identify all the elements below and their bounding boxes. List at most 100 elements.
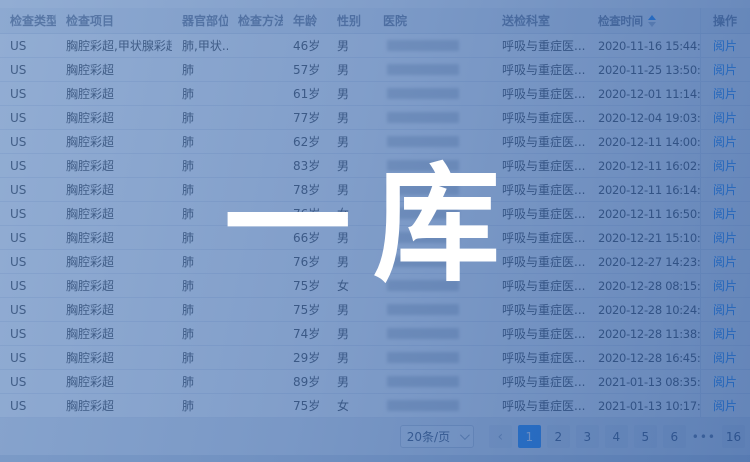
read-film-link[interactable]: 阅片 (713, 205, 737, 222)
page-button[interactable]: 2 (547, 425, 570, 448)
cell-sex: 男 (327, 322, 373, 345)
read-film-link[interactable]: 阅片 (713, 373, 737, 390)
col-exam-time-sortable[interactable]: 检查时间 (588, 8, 700, 33)
cell-actions: 阅片 (700, 370, 750, 393)
cell-sex: 男 (327, 370, 373, 393)
cell-exam-item: 胸腔彩超 (56, 370, 172, 393)
cell-organ-part: 肺 (172, 154, 228, 177)
cell-age: 29岁 (283, 346, 327, 369)
cell-sex: 女 (327, 394, 373, 417)
read-film-link[interactable]: 阅片 (713, 325, 737, 342)
cell-age: 75岁 (283, 274, 327, 297)
sort-desc-icon[interactable] (648, 22, 656, 27)
cell-exam-time: 2021-01-13 10:17:16 (588, 394, 700, 417)
chevron-down-icon (460, 430, 470, 440)
col-exam-item: 检查项目 (56, 8, 172, 33)
read-film-link[interactable]: 阅片 (713, 277, 737, 294)
exam-results-table: 检查类型 检查项目 器官部位 检查方法 年龄 性别 医院 送检科室 检查时间 操… (0, 8, 750, 418)
sort-carets[interactable] (648, 15, 656, 27)
cell-exam-type: US (0, 394, 56, 417)
cell-exam-method (228, 130, 283, 153)
page-button[interactable]: 6 (663, 425, 686, 448)
cell-hospital (373, 154, 492, 177)
cell-exam-type: US (0, 34, 56, 57)
table-row: US 胸腔彩超 肺 74岁 男 呼吸与重症医... 2020-12-28 11:… (0, 322, 750, 346)
cell-exam-method (228, 394, 283, 417)
cell-department: 呼吸与重症医... (492, 250, 588, 273)
prev-page-button[interactable]: ‹ (489, 425, 512, 448)
cell-sex: 男 (327, 34, 373, 57)
cell-department: 呼吸与重症医... (492, 106, 588, 129)
page-button[interactable]: 5 (634, 425, 657, 448)
col-age: 年龄 (283, 8, 327, 33)
cell-exam-type: US (0, 346, 56, 369)
cell-actions: 阅片 (700, 130, 750, 153)
page-size-select[interactable]: 20条/页 (400, 425, 474, 448)
cell-exam-time: 2020-12-27 14:23:04 (588, 250, 700, 273)
cell-sex: 男 (327, 226, 373, 249)
read-film-link[interactable]: 阅片 (713, 85, 737, 102)
cell-exam-method (228, 82, 283, 105)
cell-actions: 阅片 (700, 154, 750, 177)
page-button[interactable]: 4 (605, 425, 628, 448)
read-film-link[interactable]: 阅片 (713, 157, 737, 174)
cell-exam-method (228, 202, 283, 225)
worklist-window: 检查类型 检查项目 器官部位 检查方法 年龄 性别 医院 送检科室 检查时间 操… (0, 0, 750, 462)
cell-exam-item: 胸腔彩超 (56, 346, 172, 369)
table-row: US 胸腔彩超 肺 57岁 男 呼吸与重症医... 2020-11-25 13:… (0, 58, 750, 82)
sort-asc-icon[interactable] (648, 15, 656, 20)
cell-hospital (373, 106, 492, 129)
read-film-link[interactable]: 阅片 (713, 229, 737, 246)
read-film-link[interactable]: 阅片 (713, 349, 737, 366)
hospital-redaction-block (387, 376, 459, 387)
cell-sex: 男 (327, 178, 373, 201)
cell-organ-part: 肺 (172, 370, 228, 393)
col-exam-type: 检查类型 (0, 8, 56, 33)
hospital-redaction-block (387, 136, 459, 147)
cell-exam-time: 2020-12-11 16:14:49 (588, 178, 700, 201)
read-film-link[interactable]: 阅片 (713, 37, 737, 54)
cell-exam-method (228, 370, 283, 393)
hospital-redaction-block (387, 304, 459, 315)
page-button-active[interactable]: 1 (518, 425, 541, 448)
cell-department: 呼吸与重症医... (492, 394, 588, 417)
cell-sex: 女 (327, 274, 373, 297)
cell-age: 57岁 (283, 58, 327, 81)
read-film-link[interactable]: 阅片 (713, 397, 737, 414)
read-film-link[interactable]: 阅片 (713, 61, 737, 78)
cell-sex: 男 (327, 154, 373, 177)
cell-organ-part: 肺 (172, 250, 228, 273)
read-film-link[interactable]: 阅片 (713, 133, 737, 150)
cell-exam-time: 2020-11-16 15:44:49 (588, 34, 700, 57)
cell-exam-method (228, 274, 283, 297)
cell-actions: 阅片 (700, 250, 750, 273)
hospital-redaction-block (387, 112, 459, 123)
last-page-button[interactable]: 16 (722, 425, 745, 448)
cell-department: 呼吸与重症医... (492, 130, 588, 153)
cell-department: 呼吸与重症医... (492, 226, 588, 249)
cell-exam-method (228, 178, 283, 201)
cell-actions: 阅片 (700, 226, 750, 249)
cell-exam-item: 胸腔彩超 (56, 226, 172, 249)
hospital-redaction-block (387, 184, 459, 195)
cell-sex: 男 (327, 106, 373, 129)
read-film-link[interactable]: 阅片 (713, 181, 737, 198)
read-film-link[interactable]: 阅片 (713, 109, 737, 126)
table-row: US 胸腔彩超 肺 66岁 男 呼吸与重症医... 2020-12-21 15:… (0, 226, 750, 250)
cell-exam-type: US (0, 130, 56, 153)
page-button[interactable]: 3 (576, 425, 599, 448)
cell-sex: 男 (327, 58, 373, 81)
cell-department: 呼吸与重症医... (492, 178, 588, 201)
cell-exam-method (228, 58, 283, 81)
cell-exam-time: 2020-12-28 08:15:51 (588, 274, 700, 297)
read-film-link[interactable]: 阅片 (713, 253, 737, 270)
cell-exam-time: 2020-12-28 10:24:30 (588, 298, 700, 321)
cell-exam-time: 2020-12-11 14:00:14 (588, 130, 700, 153)
cell-organ-part: 肺 (172, 274, 228, 297)
cell-actions: 阅片 (700, 274, 750, 297)
pages-ellipsis-button[interactable]: ••• (692, 425, 716, 448)
col-hospital: 医院 (373, 8, 492, 33)
table-row: US 胸腔彩超 肺 61岁 男 呼吸与重症医... 2020-12-01 11:… (0, 82, 750, 106)
read-film-link[interactable]: 阅片 (713, 301, 737, 318)
table-row: US 胸腔彩超 肺 78岁 男 呼吸与重症医... 2020-12-11 16:… (0, 178, 750, 202)
